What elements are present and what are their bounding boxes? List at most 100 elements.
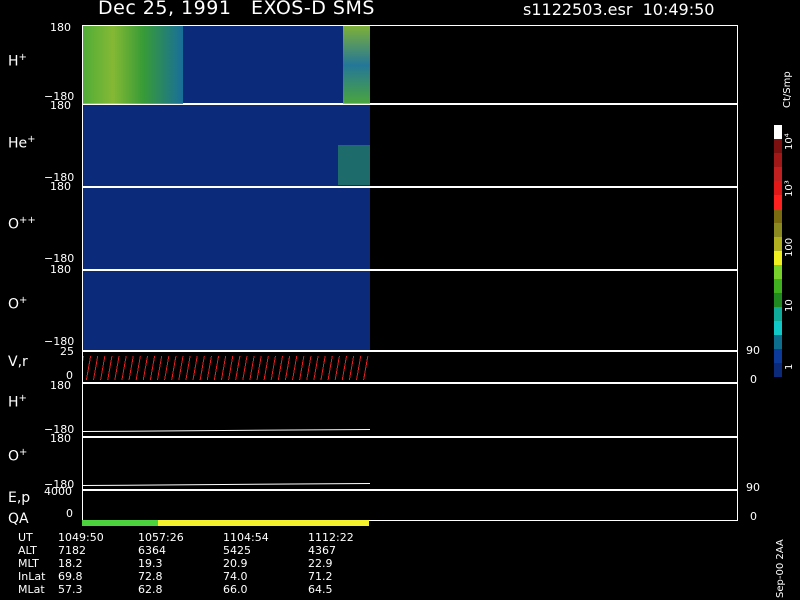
footer-row: MLat 57.3 62.8 66.0 64.5 [18,583,458,596]
colorbar-swatch [774,153,782,167]
colorbar-label-1: 1 [784,363,795,370]
spectrogram-he-plus [83,105,370,186]
qa-segment-green [82,520,158,526]
footer-cell: 1112:22 [308,531,354,544]
label-o-plusplus: O++ [8,215,36,233]
panel-vr [82,351,738,383]
label-he-plus: He+ [8,134,36,152]
footer-cell: 1104:54 [223,531,269,544]
colorbar-swatch [774,335,782,349]
tick-ep-bottom: 0 [66,507,73,520]
colorbar-swatch [774,209,782,223]
colorbar-swatch [774,195,782,209]
colorbar-swatch [774,279,782,293]
colorbar-label-10: 10 [784,299,795,312]
footer-row-name: InLat [18,570,46,583]
spectrogram-h-plus-hot [83,26,183,104]
tick-he-plus-top: 180 [50,99,71,112]
colorbar-swatch [774,139,782,153]
panel-h-plus [82,25,738,104]
tick-h-plus-top: 180 [50,21,71,34]
footer-cell: 4367 [308,544,336,557]
vr-trace [83,356,370,380]
label-h-plus-2: H+ [8,393,27,411]
file-timestamp: s1122503.esr 10:49:50 [523,0,715,19]
footer-cell: 7182 [58,544,86,557]
tick-ep-top: 4000 [44,485,72,498]
colorbar-swatch [774,321,782,335]
colorbar-swatch [774,363,782,377]
spectrogram-he-plus-end [338,145,370,185]
colorbar-swatch [774,125,782,139]
colorbar-label-100: 100 [784,237,795,257]
tick-o-plus-2-top: 180 [50,432,71,445]
qa-segment-yellow [158,520,369,526]
label-ep: E,p [8,490,31,506]
footer-row: MLT 18.2 19.3 20.9 22.9 [18,557,458,570]
footer-cell: 62.8 [138,583,163,596]
colorbar-swatch [774,237,782,251]
footer-side-label: Sep-00 2AA [775,539,786,598]
label-o-plus-2: O+ [8,447,28,465]
colorbar-swatch [774,251,782,265]
footer-cell: 18.2 [58,557,83,570]
colorbar-swatch [774,293,782,307]
colorbar-label-1e4: 10⁴ [784,133,795,150]
footer-row-name: MLT [18,557,39,570]
footer-row: ALT 7182 6364 5425 4367 [18,544,458,557]
plot-title: Dec 25, 1991 EXOS-D SMS [98,0,375,19]
footer-cell: 19.3 [138,557,163,570]
footer-cell: 57.3 [58,583,83,596]
h-plus-2-trace [83,428,371,433]
footer-cell: 69.8 [58,570,83,583]
label-vr: V,r [8,354,28,370]
spectrogram-o-plusplus [83,188,370,269]
spectrogram-o-plus [83,271,370,350]
colorbar-swatch [774,349,782,363]
footer-cell: 71.2 [308,570,333,583]
footer-cell: 6364 [138,544,166,557]
rtick-vr-top: 90 [746,344,760,357]
panel-ep [82,490,738,521]
rtick-vr-bottom: 0 [750,373,757,386]
label-qa: QA [8,511,29,527]
panel-h-plus-2 [82,383,738,437]
panel-o-plus [82,270,738,351]
colorbar-swatch [774,265,782,279]
footer-row: UT 1049:50 1057:26 1104:54 1112:22 [18,531,458,544]
panel-o-plusplus [82,187,738,270]
footer-row: InLat 69.8 72.8 74.0 71.2 [18,570,458,583]
footer-table: UT 1049:50 1057:26 1104:54 1112:22 ALT 7182 636… [18,531,458,596]
footer-cell: 64.5 [308,583,333,596]
o-plus-2-trace [83,482,371,487]
colorbar-unit: Ct/Smp [782,71,793,108]
footer-cell: 20.9 [223,557,248,570]
tick-h-plus-2-top: 180 [50,379,71,392]
panel-he-plus [82,104,738,187]
tick-vr-top: 25 [60,345,74,358]
footer-cell: 66.0 [223,583,248,596]
footer-row-name: MLat [18,583,45,596]
label-o-plus: O+ [8,295,28,313]
footer-cell: 74.0 [223,570,248,583]
tick-o-plusplus-top: 180 [50,180,71,193]
qa-bar [82,520,738,526]
colorbar-swatch [774,223,782,237]
rtick-ep-top: 90 [746,481,760,494]
footer-cell: 5425 [223,544,251,557]
footer-row-name: ALT [18,544,37,557]
footer-cell: 72.8 [138,570,163,583]
footer-cell: 1049:50 [58,531,104,544]
footer-row-name: UT [18,531,33,544]
spectrogram-h-plus-end [343,26,370,104]
colorbar-swatch [774,307,782,321]
footer-cell: 22.9 [308,557,333,570]
rtick-ep-bottom: 0 [750,510,757,523]
colorbar-swatch [774,181,782,195]
colorbar-label-1e3: 10³ [784,180,795,197]
colorbar-swatch [774,167,782,181]
panel-o-plus-2 [82,437,738,490]
footer-cell: 1057:26 [138,531,184,544]
tick-o-plus-top: 180 [50,263,71,276]
label-h-plus: H+ [8,52,27,70]
